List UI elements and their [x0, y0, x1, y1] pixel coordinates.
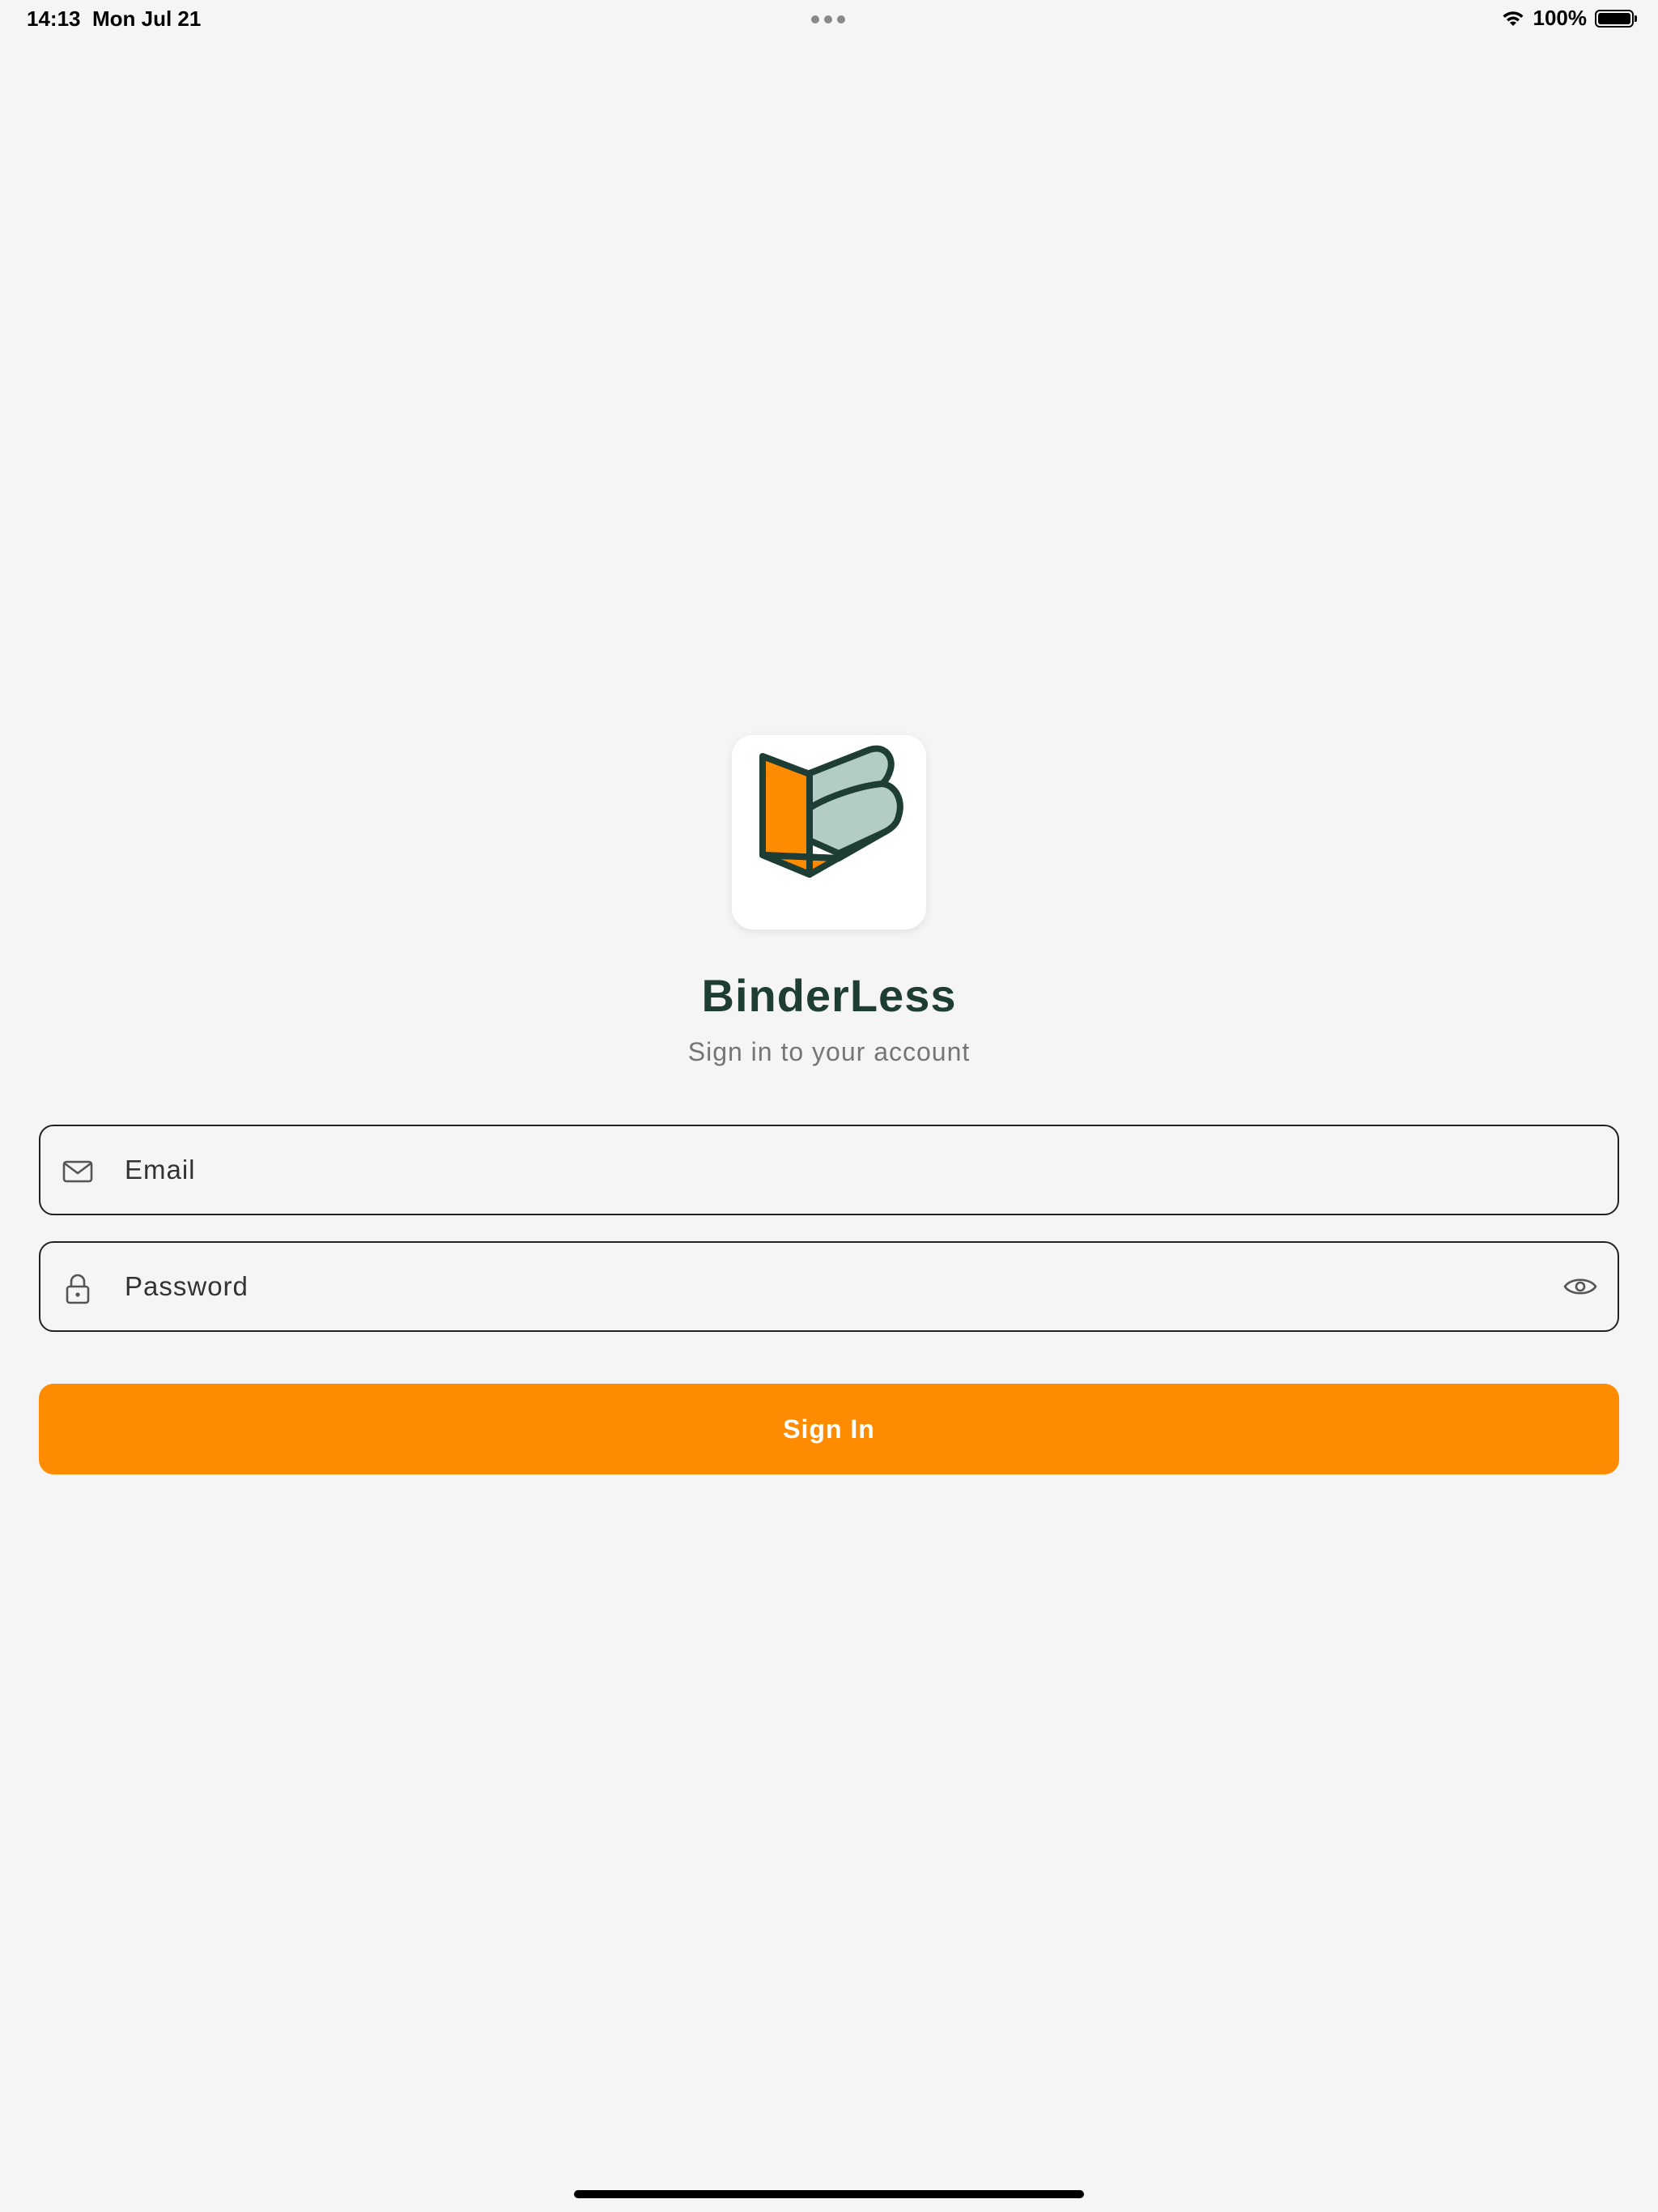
eye-icon[interactable]: [1562, 1270, 1598, 1303]
login-screen: 14:13 Mon Jul 21 100% BinderLess Sign in…: [0, 0, 1658, 2212]
email-field[interactable]: [39, 1125, 1619, 1215]
home-indicator[interactable]: [574, 2190, 1084, 2198]
password-field[interactable]: [39, 1241, 1619, 1332]
lock-icon: [66, 1274, 90, 1304]
binderless-logo-icon: [759, 745, 903, 878]
battery-percentage: 100%: [1533, 6, 1588, 30]
status-indicators: 100%: [1501, 6, 1637, 31]
status-date: Mon Jul 21: [92, 6, 202, 31]
password-input[interactable]: [125, 1243, 1501, 1330]
battery-icon: [1595, 9, 1637, 28]
email-input[interactable]: [125, 1126, 1501, 1214]
mail-icon: [62, 1160, 93, 1183]
sign-in-button[interactable]: Sign In: [39, 1384, 1619, 1474]
app-subtitle: Sign in to your account: [687, 1037, 971, 1066]
multitasking-dots-icon[interactable]: [811, 15, 845, 23]
status-time: 14:13: [27, 6, 81, 31]
app-logo: [732, 735, 926, 929]
app-title: BinderLess: [701, 970, 957, 1021]
status-bar: 14:13 Mon Jul 21 100%: [0, 0, 1658, 39]
wifi-icon: [1503, 11, 1523, 26]
